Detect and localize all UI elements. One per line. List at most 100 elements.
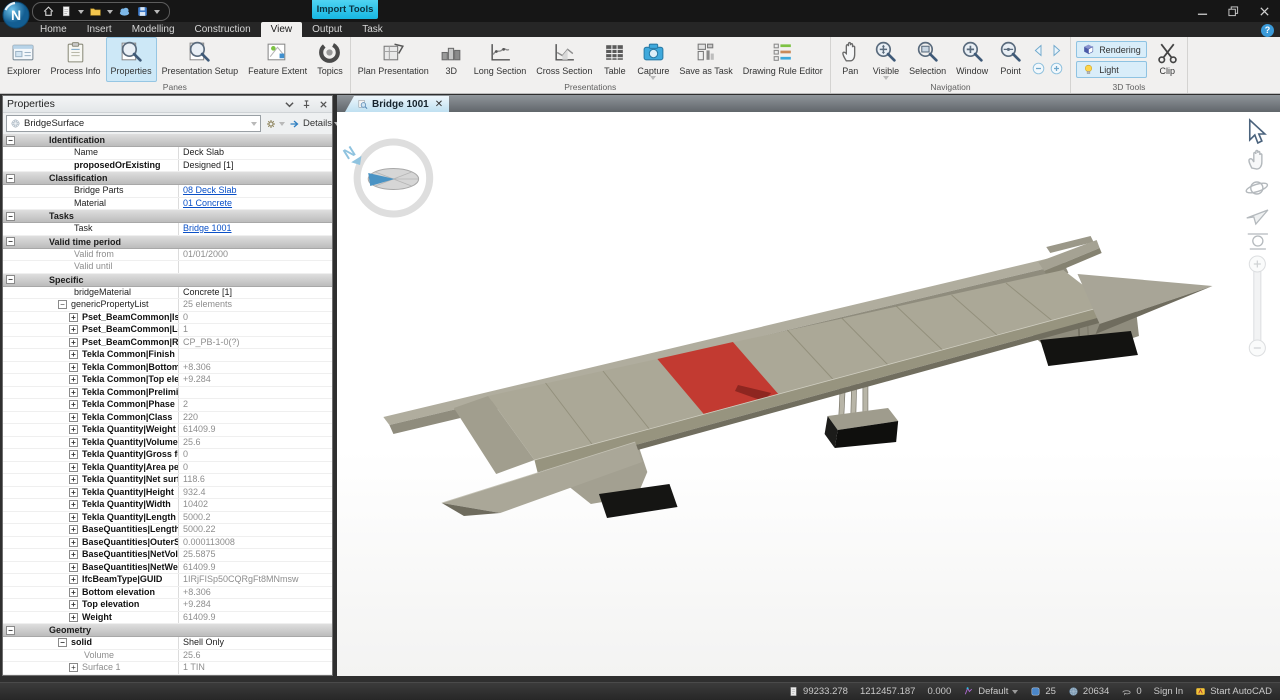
ribbon-button-process-info[interactable]: Process Info [46,37,106,82]
settings-dropdown-icon[interactable] [279,122,285,126]
property-value-link[interactable]: Bridge 1001 [183,223,232,233]
expand-icon[interactable]: + [69,613,78,622]
toggle-rendering[interactable]: Rendering [1076,41,1147,58]
collapse-icon[interactable]: − [6,212,15,221]
property-row-valid-until[interactable]: Valid until [3,261,332,274]
expand-icon[interactable]: + [69,425,78,434]
property-value-link[interactable]: 01 Concrete [183,198,232,208]
ribbon-button-pan[interactable]: Pan [833,37,868,82]
expand-icon[interactable]: + [69,375,78,384]
nav-back-button[interactable] [1031,43,1047,59]
ribbon-button-table[interactable]: Table [597,37,632,82]
expand-icon[interactable]: + [69,350,78,359]
ribbon-button-explorer[interactable]: Explorer [2,37,46,82]
ribbon-tab-task[interactable]: Task [352,22,393,37]
open-folder-dropdown-icon[interactable] [107,10,113,14]
expand-icon[interactable]: + [69,363,78,372]
property-row-top-elevation[interactable]: +Top elevation+9.284 [3,599,332,612]
open-folder-icon[interactable] [89,5,102,18]
ribbon-button-drawing-rule-editor[interactable]: Drawing Rule Editor [738,37,828,82]
expand-icon[interactable]: + [69,550,78,559]
property-row-tekla-quantity-net-surface-area[interactable]: +Tekla Quantity|Net surface area118.6 [3,474,332,487]
toggle-light[interactable]: Light [1076,61,1147,78]
property-row-volume[interactable]: Volume25.6 [3,650,332,663]
visible-dropdown-icon[interactable] [883,76,889,80]
ribbon-tab-construction[interactable]: Construction [185,22,261,37]
property-row-tekla-common-finish[interactable]: +Tekla Common|Finish [3,349,332,362]
ribbon-button-presentation-setup[interactable]: Presentation Setup [157,37,244,82]
property-row-bottom-elevation[interactable]: +Bottom elevation+8.306 [3,587,332,600]
ribbon-tab-insert[interactable]: Insert [77,22,122,37]
ribbon-button-plan-presentation[interactable]: Plan Presentation [353,37,434,82]
collapse-icon[interactable]: − [6,275,15,284]
property-row-ifcbeamtype-guid[interactable]: +IfcBeamType|GUID1IRjFISp50CQRgFt8MNmsw [3,574,332,587]
expand-icon[interactable]: − [58,300,67,309]
ribbon-button-point[interactable]: Point [993,37,1028,82]
qat-customize-dropdown-icon[interactable] [154,10,160,14]
property-row-basequantities-outersurfacearea[interactable]: +BaseQuantities|OuterSurfaceArea0.000113… [3,537,332,550]
property-row-tekla-common-phase[interactable]: +Tekla Common|Phase2 [3,399,332,412]
cloud-icon[interactable] [118,5,131,18]
property-row-basequantities-netvolume[interactable]: +BaseQuantities|NetVolume25.5875 [3,549,332,562]
panel-pin-icon[interactable] [302,100,311,109]
property-row-name[interactable]: NameDeck Slab [3,147,332,160]
property-section-tasks[interactable]: −Tasks [3,210,332,223]
panel-menu-chevron-icon[interactable] [285,100,294,109]
ribbon-button-save-as-task[interactable]: Save as Task [674,37,737,82]
import-tools-contextual-tab[interactable]: Import Tools [312,0,378,19]
nav-forward-button[interactable] [1049,43,1065,59]
property-row-tekla-common-bottom-elevation[interactable]: +Tekla Common|Bottom elevation+8.306 [3,362,332,375]
expand-icon[interactable]: + [69,475,78,484]
status-item-25[interactable]: 25 [1030,686,1056,697]
zoom-in-button[interactable] [1049,61,1065,77]
expand-icon[interactable]: + [69,538,78,547]
property-row-basequantities-netweight[interactable]: +BaseQuantities|NetWeight61409.9 [3,562,332,575]
ribbon-button-selection[interactable]: Selection [904,37,951,82]
expand-icon[interactable]: + [69,400,78,409]
ribbon-button-properties[interactable]: Properties [106,37,157,82]
property-row-tekla-quantity-weight[interactable]: +Tekla Quantity|Weight61409.9 [3,424,332,437]
expand-icon[interactable]: − [58,638,67,647]
collapse-icon[interactable]: − [6,237,15,246]
property-row-proposedorexisting[interactable]: proposedOrExistingDesigned [1] [3,160,332,173]
new-document-icon[interactable] [60,5,73,18]
property-row-pset-beamcommon-loadbearing[interactable]: +Pset_BeamCommon|LoadBearing1 [3,324,332,337]
property-row-tekla-quantity-width[interactable]: +Tekla Quantity|Width10402 [3,499,332,512]
property-section-valid-time-period[interactable]: −Valid time period [3,236,332,249]
status-item-0-000[interactable]: 0.000 [927,686,951,697]
property-value-link[interactable]: 08 Deck Slab [183,185,237,195]
deck-slab-surface[interactable] [488,270,1109,460]
expand-icon[interactable]: + [69,413,78,422]
ribbon-button-visible[interactable]: Visible [868,37,904,82]
pan-hand-icon[interactable] [1249,151,1262,170]
status-item-99233-278[interactable]: 99233.278 [788,686,848,697]
property-row-weight[interactable]: +Weight61409.9 [3,612,332,625]
expand-icon[interactable]: + [69,575,78,584]
status-item-1212457-187[interactable]: 1212457.187 [860,686,915,697]
property-section-identification[interactable]: −Identification [3,134,332,147]
property-row-pset-beamcommon-reference[interactable]: +Pset_BeamCommon|ReferenceCP_PB-1-0(?) [3,337,332,350]
settings-gear-button[interactable] [265,118,285,130]
expand-icon[interactable]: + [69,663,78,672]
property-row-tekla-common-class[interactable]: +Tekla Common|Class220 [3,412,332,425]
property-row-solid[interactable]: −solidShell Only [3,637,332,650]
bridge-3d-model[interactable] [383,236,1212,518]
property-row-basequantities-length[interactable]: +BaseQuantities|Length5000.22 [3,524,332,537]
collapse-icon[interactable]: − [6,174,15,183]
novapoint-logo-icon[interactable]: N [2,1,30,29]
expand-icon[interactable]: + [69,563,78,572]
expand-icon[interactable]: + [69,338,78,347]
helicopter-icon[interactable] [1248,234,1268,249]
ribbon-tab-home[interactable]: Home [30,22,77,37]
ribbon-button-topics[interactable]: Topics [312,37,348,82]
expand-icon[interactable]: + [69,463,78,472]
ribbon-tab-output[interactable]: Output [302,22,352,37]
property-row-valid-from[interactable]: Valid from01/01/2000 [3,249,332,262]
fly-icon[interactable] [1247,210,1268,224]
feature-type-dropdown-icon[interactable] [251,122,257,126]
restore-button[interactable] [1228,6,1239,17]
zoom-slider[interactable] [1249,256,1265,356]
zoom-out-button[interactable] [1031,61,1047,77]
collapse-icon[interactable]: − [6,626,15,635]
ribbon-button-cross-section[interactable]: Cross Section [531,37,597,82]
